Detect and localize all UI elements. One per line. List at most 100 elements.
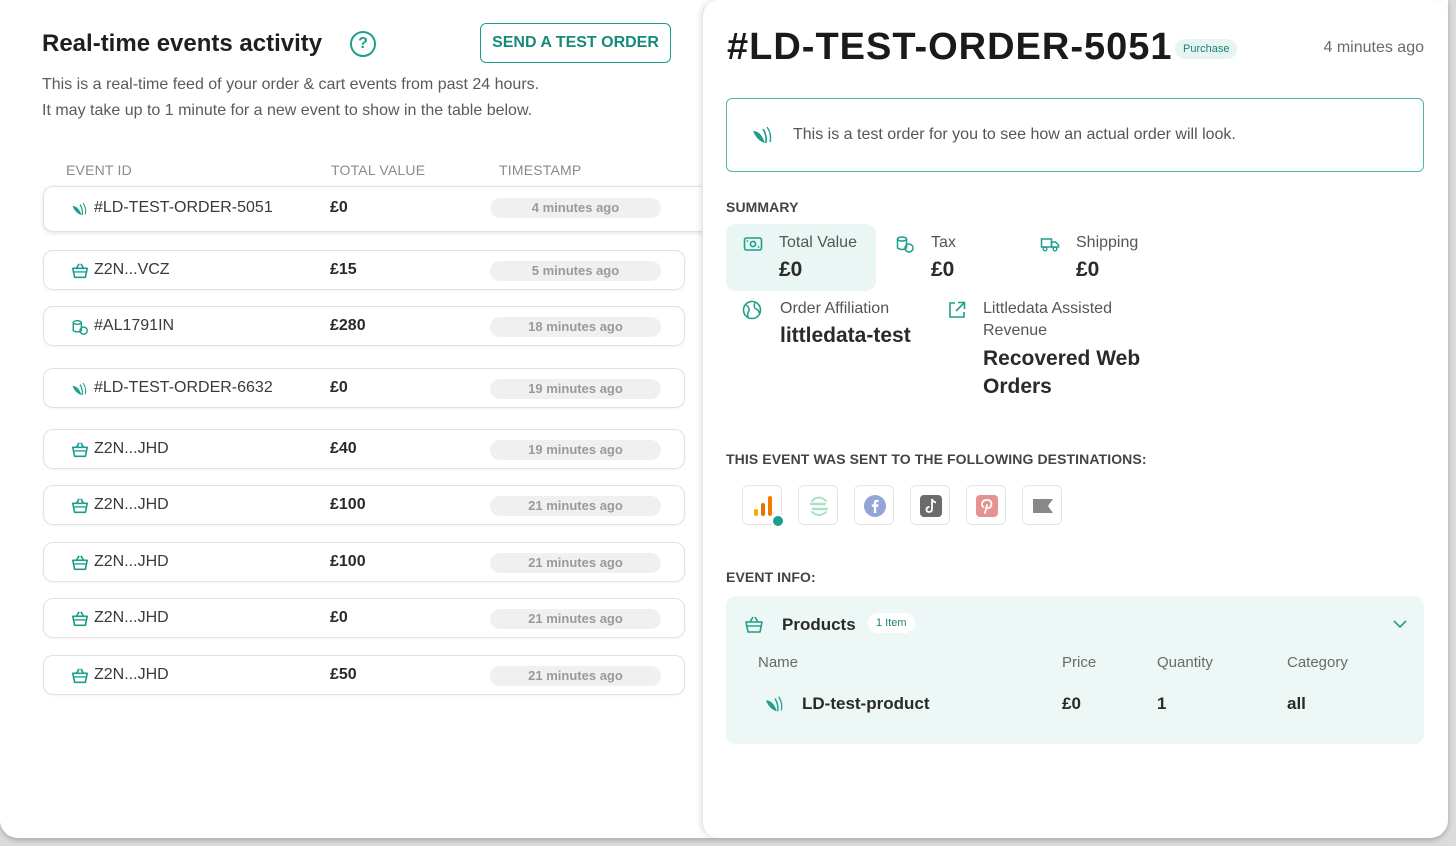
destination-segment[interactable] xyxy=(798,485,838,525)
destination-pinterest[interactable] xyxy=(966,485,1006,525)
littledata-leaf-icon xyxy=(71,200,89,218)
products-col-name: Name xyxy=(758,654,799,671)
table-row[interactable]: Z2N...JHD £40 19 minutes ago xyxy=(43,429,685,469)
basket-icon xyxy=(745,616,763,633)
products-section: Products 1 Item Name Price Quantity Cate… xyxy=(726,596,1424,744)
littledata-leaf-icon xyxy=(71,380,89,398)
products-col-category: Category xyxy=(1287,654,1348,671)
destinations-label: THIS EVENT WAS SENT TO THE FOLLOWING DES… xyxy=(726,451,1147,467)
destination-facebook[interactable] xyxy=(854,485,894,525)
external-link-icon xyxy=(949,301,966,318)
table-row[interactable]: Z2N...JHD £100 21 minutes ago xyxy=(43,542,685,582)
summary-label: SUMMARY xyxy=(726,199,799,215)
timestamp-cell: 5 minutes ago xyxy=(490,261,661,281)
destination-tiktok[interactable] xyxy=(910,485,950,525)
column-header-timestamp: TIMESTAMP xyxy=(499,162,582,178)
shipping-label: Shipping xyxy=(1076,234,1139,251)
help-icon[interactable]: ? xyxy=(350,31,376,57)
total-value-cell: £0 xyxy=(330,609,348,626)
google-analytics-icon xyxy=(754,496,772,516)
klaviyo-flag-icon xyxy=(1033,499,1053,513)
table-row[interactable]: Z2N...JHD £50 21 minutes ago xyxy=(43,655,685,695)
event-id-cell: Z2N...VCZ xyxy=(94,261,170,278)
event-id-cell: #AL1791IN xyxy=(94,317,175,334)
assisted-label-line-1: Littledata Assisted xyxy=(983,300,1112,317)
description-line-1: This is a real-time feed of your order &… xyxy=(42,76,540,93)
timestamp-cell: 21 minutes ago xyxy=(490,553,661,573)
basket-icon xyxy=(71,554,89,572)
total-value-cell: £40 xyxy=(330,440,357,457)
timestamp-cell: 21 minutes ago xyxy=(490,666,661,686)
timestamp-cell: 19 minutes ago xyxy=(490,379,661,399)
shipping-value: £0 xyxy=(1076,258,1100,281)
column-header-event-id: EVENT ID xyxy=(66,162,132,178)
total-value-cell: £15 xyxy=(330,261,357,278)
table-row[interactable]: Z2N...JHD £0 21 minutes ago xyxy=(43,598,685,638)
event-id-cell: Z2N...JHD xyxy=(94,609,169,626)
test-order-notice: This is a test order for you to see how … xyxy=(726,98,1424,172)
event-id-cell: Z2N...JHD xyxy=(94,666,169,683)
event-title: #LD-TEST-ORDER-5051 xyxy=(727,26,1173,68)
coins-icon xyxy=(71,318,89,336)
total-value: £0 xyxy=(779,258,803,281)
destination-google-analytics[interactable] xyxy=(742,485,785,528)
timestamp-cell: 4 minutes ago xyxy=(490,198,661,218)
affiliation-value: littledata-test xyxy=(780,324,911,347)
product-quantity: 1 xyxy=(1157,694,1167,713)
assisted-value-line-1: Recovered Web xyxy=(983,347,1141,370)
littledata-leaf-icon xyxy=(766,696,783,712)
timestamp-cell: 21 minutes ago xyxy=(490,496,661,516)
assisted-value-line-2: Orders xyxy=(983,375,1052,398)
total-value-cell: £0 xyxy=(330,199,348,216)
basket-icon xyxy=(71,497,89,515)
product-category: all xyxy=(1287,694,1306,713)
timestamp-cell: 21 minutes ago xyxy=(490,609,661,629)
tax-label: Tax xyxy=(931,234,956,251)
app-frame: Real-time events activity ? SEND A TEST … xyxy=(0,0,1448,838)
event-id-cell: #LD-TEST-ORDER-5051 xyxy=(94,199,273,216)
assisted-label-line-2: Revenue xyxy=(983,322,1048,339)
table-row[interactable]: #AL1791IN £280 18 minutes ago xyxy=(43,306,685,346)
table-row[interactable]: Z2N...JHD £100 21 minutes ago xyxy=(43,485,685,525)
timestamp-cell: 18 minutes ago xyxy=(490,317,661,337)
page-title: Real-time events activity xyxy=(42,30,323,57)
event-info-label: EVENT INFO: xyxy=(726,569,816,585)
product-name: LD-test-product xyxy=(802,694,930,713)
total-value-label: Total Value xyxy=(779,234,857,251)
pinterest-icon xyxy=(976,495,998,517)
affiliation-label: Order Affiliation xyxy=(780,300,890,317)
feed-description: This is a real-time feed of your order &… xyxy=(42,72,662,124)
money-icon xyxy=(743,237,763,251)
destination-klaviyo[interactable] xyxy=(1022,485,1062,525)
total-value-cell: £50 xyxy=(330,666,357,683)
basket-icon xyxy=(71,441,89,459)
table-row[interactable]: Z2N...VCZ £15 5 minutes ago xyxy=(43,250,685,290)
event-id-cell: Z2N...JHD xyxy=(94,440,169,457)
sent-check-icon xyxy=(771,514,785,528)
littledata-leaf-icon xyxy=(753,126,772,144)
event-type-badge: Purchase xyxy=(1175,39,1238,59)
description-line-2: It may take up to 1 minute for a new eve… xyxy=(42,102,533,119)
chevron-down-icon[interactable] xyxy=(1392,616,1408,632)
event-id-cell: Z2N...JHD xyxy=(94,553,169,570)
event-time: 4 minutes ago xyxy=(1323,39,1424,56)
globe-icon xyxy=(742,300,762,320)
tax-value: £0 xyxy=(931,258,955,281)
total-value-cell: £100 xyxy=(330,496,366,513)
notice-text: This is a test order for you to see how … xyxy=(793,126,1236,143)
events-panel: Real-time events activity ? SEND A TEST … xyxy=(0,0,713,838)
column-header-total-value: TOTAL VALUE xyxy=(331,162,426,178)
total-value-cell: £100 xyxy=(330,553,366,570)
products-col-price: Price xyxy=(1062,654,1097,671)
table-row[interactable]: #LD-TEST-ORDER-6632 £0 19 minutes ago xyxy=(43,368,685,408)
total-value-cell: £0 xyxy=(330,379,348,396)
table-row[interactable]: #LD-TEST-ORDER-5051 £0 4 minutes ago xyxy=(43,186,713,232)
basket-icon xyxy=(71,667,89,685)
segment-icon xyxy=(809,496,829,516)
send-test-order-button[interactable]: SEND A TEST ORDER xyxy=(480,23,671,63)
event-detail-panel: #LD-TEST-ORDER-5051 Purchase 4 minutes a… xyxy=(702,0,1448,838)
total-value-cell: £280 xyxy=(330,317,366,334)
facebook-icon xyxy=(864,495,886,517)
products-col-quantity: Quantity xyxy=(1157,654,1213,671)
products-title: Products xyxy=(782,615,856,634)
